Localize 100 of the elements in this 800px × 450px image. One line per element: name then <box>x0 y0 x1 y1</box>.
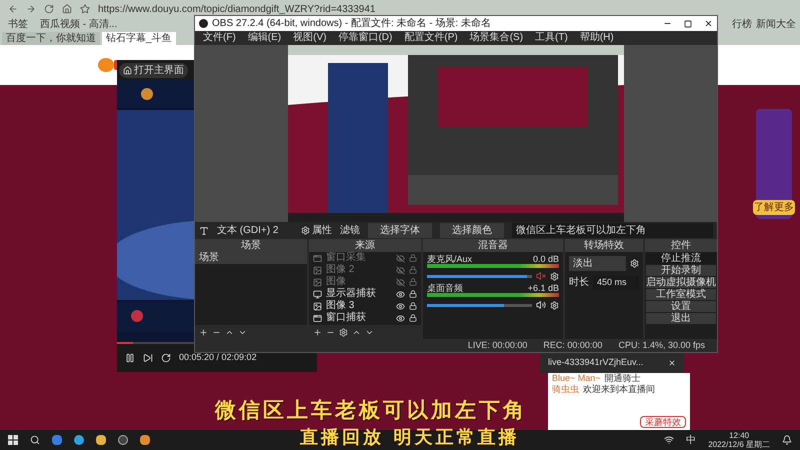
clock-time: 12:40 <box>729 431 750 440</box>
eye-off-icon[interactable] <box>396 278 405 286</box>
muted-speaker-icon[interactable] <box>536 271 546 281</box>
control-button[interactable]: 工作室模式 <box>646 289 716 300</box>
star-icon[interactable] <box>80 4 90 14</box>
status-text: REC: 00:00:00 <box>543 338 602 352</box>
text-field[interactable]: 微信区上车老板可以加左下角 <box>512 223 713 238</box>
loop-icon[interactable] <box>161 353 171 363</box>
back-icon[interactable] <box>8 4 18 14</box>
dock-title: 转场特效 <box>565 239 643 252</box>
promo-button[interactable]: 了解更多 <box>753 200 795 215</box>
status-text: CPU: 1.4%, 30.00 fps <box>618 338 705 352</box>
source-item[interactable]: 窗口捕获 <box>326 313 392 323</box>
control-button[interactable]: 开始录制 <box>646 265 716 276</box>
obs-app-icon[interactable] <box>118 435 128 445</box>
maximize-icon[interactable] <box>684 20 692 28</box>
duration-field[interactable]: 450 ms <box>593 276 639 290</box>
monitor-icon <box>313 290 322 298</box>
notification-text: live-4333941rVZjhEuv... <box>548 356 644 370</box>
image-icon <box>313 278 322 286</box>
transition-select[interactable]: 淡出 <box>569 256 626 271</box>
gear-icon[interactable] <box>339 328 348 336</box>
app-icon[interactable] <box>96 435 106 445</box>
caption-text: 微信区上车老板可以加左下角 <box>215 398 527 422</box>
menu-item[interactable]: 编辑(E) <box>248 33 282 43</box>
gear-icon[interactable] <box>550 300 559 310</box>
font-button[interactable]: 选择字体 <box>368 223 432 238</box>
dock-title: 来源 <box>309 239 421 252</box>
bookmark[interactable]: 行榜 <box>732 20 752 30</box>
eye-off-icon[interactable] <box>396 266 405 274</box>
eye-icon[interactable] <box>396 290 405 298</box>
home-icon[interactable] <box>62 4 72 14</box>
text-icon <box>199 226 209 236</box>
forward-icon[interactable] <box>26 4 36 14</box>
caption-text: 直播回放 明天正常直播 <box>300 428 520 448</box>
playback-time: 00:05:20 / 02:09:02 <box>179 351 257 364</box>
duration-label: 时长 <box>569 276 589 290</box>
eye-icon[interactable] <box>396 314 405 322</box>
chat-message: 開通骑士 <box>604 373 641 384</box>
channel-reading: +6.1 dB <box>528 283 559 293</box>
menu-item[interactable]: 工具(T) <box>535 33 568 43</box>
control-button[interactable]: 启动虚拟摄像机 <box>646 277 716 288</box>
control-button[interactable]: 设置 <box>646 301 716 312</box>
skip-icon[interactable] <box>143 353 153 363</box>
input-method: 中 <box>686 434 696 448</box>
obs-logo-icon <box>199 19 208 28</box>
source-item[interactable]: 图像 <box>326 277 392 287</box>
windows-icon[interactable] <box>8 435 18 445</box>
dock-title: 控件 <box>645 239 717 252</box>
bookmark[interactable]: 书签 <box>8 20 28 30</box>
network-icon[interactable] <box>664 435 674 445</box>
source-item[interactable]: 图像 2 <box>326 265 392 275</box>
eye-icon[interactable] <box>396 302 405 310</box>
control-button[interactable]: 退出 <box>646 313 716 324</box>
effects-button[interactable]: 采蘑特效 <box>640 416 686 428</box>
clock-date: 2022/12/6 星期二 <box>708 440 770 449</box>
eye-off-icon[interactable] <box>396 254 405 262</box>
color-button[interactable]: 选择颜色 <box>440 223 504 238</box>
source-item[interactable]: 图像 3 <box>326 301 392 311</box>
lock-icon[interactable] <box>409 302 417 310</box>
menu-item[interactable]: 文件(F) <box>203 33 236 43</box>
scene-item[interactable]: 场景 <box>195 252 307 264</box>
status-text: LIVE: 00:00:00 <box>468 338 528 352</box>
control-button[interactable]: 停止推流 <box>646 253 716 264</box>
app-icon[interactable] <box>52 435 62 445</box>
speaker-icon[interactable] <box>536 300 546 310</box>
gear-icon[interactable] <box>630 259 639 268</box>
source-item[interactable]: 显示器捕获 <box>326 289 392 299</box>
app-icon[interactable] <box>140 435 150 445</box>
filters-button[interactable]: 滤镜 <box>340 223 360 238</box>
close-icon[interactable] <box>704 19 713 28</box>
add-icon[interactable] <box>199 328 208 336</box>
search-icon[interactable] <box>30 435 40 445</box>
browser-tab[interactable]: 钻石字幕_斗鱼 <box>102 32 176 45</box>
menu-item[interactable]: 场景集合(S) <box>470 33 524 43</box>
menu-item[interactable]: 配置文件(P) <box>404 33 458 43</box>
chat-message: 欢迎来到本直播间 <box>583 384 655 395</box>
menu-item[interactable]: 停靠窗口(D) <box>338 33 392 43</box>
volume-fill[interactable] <box>427 274 527 278</box>
bookmark[interactable]: 西瓜视频 - 高清... <box>40 20 118 30</box>
volume-fill[interactable] <box>427 304 504 306</box>
chat-user: 骑虫虫 <box>552 384 579 395</box>
notification-icon[interactable] <box>782 435 792 445</box>
app-icon[interactable] <box>74 435 84 445</box>
menu-item[interactable]: 帮助(H) <box>580 33 614 43</box>
pause-icon[interactable] <box>125 353 135 363</box>
bookmark[interactable]: 新闻大全 <box>756 20 796 30</box>
image-icon <box>313 302 322 310</box>
browser-tab[interactable]: 百度一下，你就知道 <box>2 32 100 45</box>
menu-item[interactable]: 视图(V) <box>293 33 326 43</box>
window-title: OBS 27.2.4 (64-bit, windows) - 配置文件: 未命名 - 场景: 未命名 <box>212 18 491 28</box>
home-button[interactable]: 打开主界面 <box>119 62 188 78</box>
lock-icon[interactable] <box>409 314 417 322</box>
add-icon[interactable] <box>313 328 322 336</box>
channel-name: 桌面音频 <box>427 283 463 293</box>
lock-icon[interactable] <box>409 290 417 298</box>
reload-icon[interactable] <box>44 4 54 14</box>
gear-icon[interactable] <box>550 272 559 280</box>
properties-button[interactable]: 属性 <box>301 223 332 238</box>
gear-icon <box>301 226 310 235</box>
